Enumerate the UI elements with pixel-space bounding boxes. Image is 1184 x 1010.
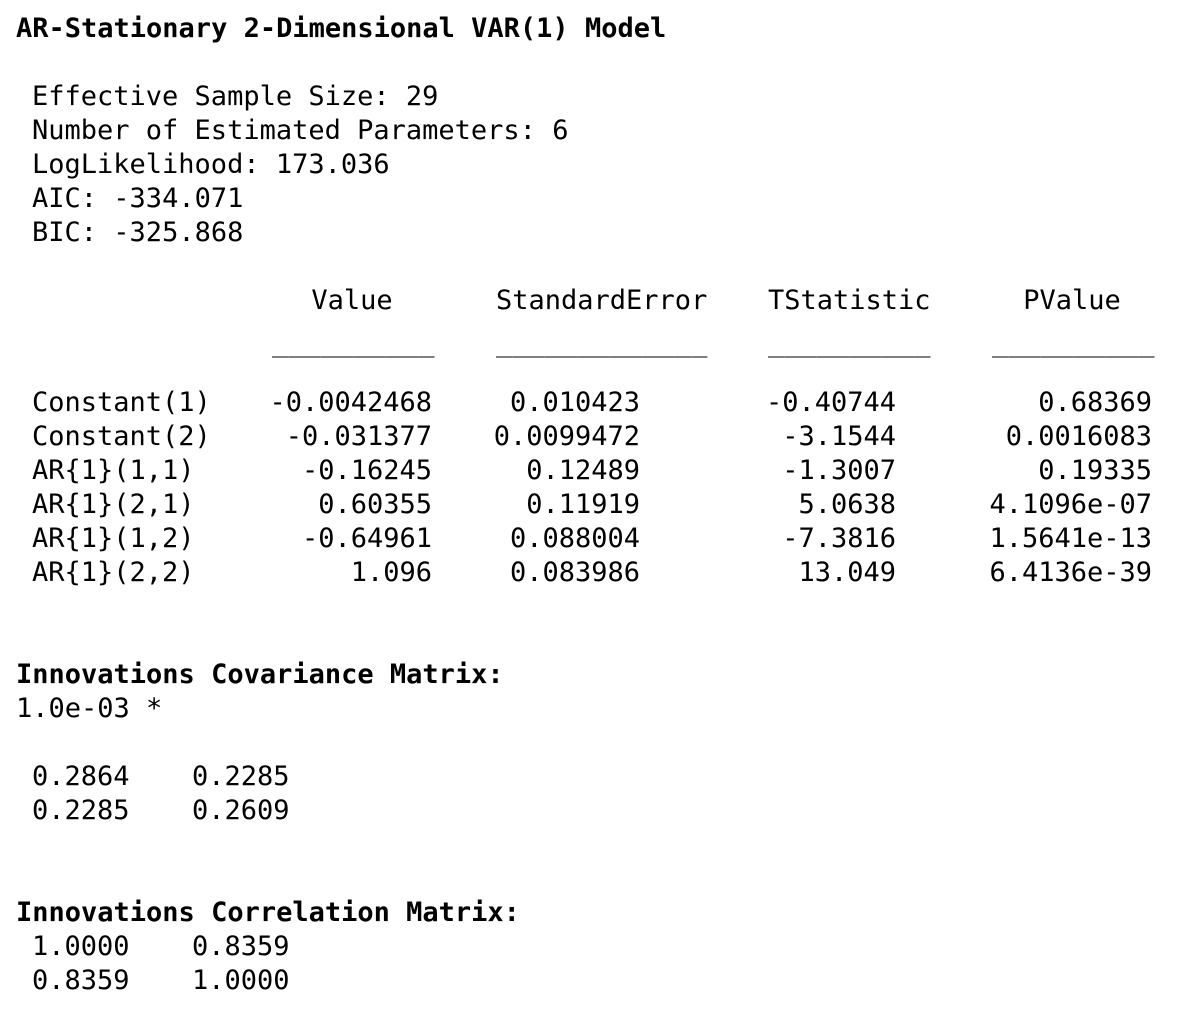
row-tstatistic: 5.0638 (798, 489, 896, 520)
column-header-tstatistic: TStatistic (768, 285, 931, 316)
summary-label: LogLikelihood: (32, 149, 260, 180)
row-standard-error: 0.11919 (526, 489, 640, 520)
covariance-scale: 1.0e-03 * (16, 693, 163, 724)
summary-line-sample-size: Effective Sample Size: 29 (32, 80, 438, 114)
row-name: AR{1}(1,2) (32, 523, 195, 554)
summary-label: Number of Estimated Parameters: (32, 115, 536, 146)
row-value: -0.64961 (301, 523, 432, 554)
summary-label: AIC: (32, 183, 98, 214)
row-pvalue: 1.5641e-13 (989, 523, 1152, 554)
row-value: -0.16245 (301, 455, 432, 486)
summary-line-bic: BIC: -325.868 (32, 216, 243, 250)
summary-value: -325.868 (113, 217, 244, 248)
model-title: AR-Stationary 2-Dimensional VAR(1) Model (16, 13, 667, 44)
row-standard-error: 0.010423 (509, 387, 640, 418)
summary-label: Effective Sample Size: (32, 81, 390, 112)
column-underline: __________ (992, 327, 1155, 358)
covariance-cell: 0.2285 (192, 761, 290, 792)
summary-value: 29 (405, 81, 439, 112)
row-standard-error: 0.083986 (509, 557, 640, 588)
row-standard-error: 0.088004 (509, 523, 640, 554)
correlation-cell: 1.0000 (192, 965, 290, 996)
correlation-heading: Innovations Correlation Matrix: (16, 897, 520, 928)
summary-line-loglikelihood: LogLikelihood: 173.036 (32, 148, 390, 182)
row-name: AR{1}(1,1) (32, 455, 195, 486)
row-name: Constant(1) (32, 387, 211, 418)
row-tstatistic: -0.40744 (765, 387, 896, 418)
correlation-cell: 1.0000 (32, 931, 130, 962)
summary-line-num-params: Number of Estimated Parameters: 6 (32, 114, 568, 148)
row-pvalue: 6.4136e-39 (989, 557, 1152, 588)
covariance-cell: 0.2285 (32, 795, 130, 826)
row-standard-error: 0.12489 (526, 455, 640, 486)
row-tstatistic: -7.3816 (782, 523, 896, 554)
row-value: 0.60355 (318, 489, 432, 520)
row-name: Constant(2) (32, 421, 211, 452)
column-header-pvalue: PValue (1023, 285, 1121, 316)
row-value: -0.031377 (285, 421, 432, 452)
row-pvalue: 4.1096e-07 (989, 489, 1152, 520)
correlation-cell: 0.8359 (32, 965, 130, 996)
covariance-heading: Innovations Covariance Matrix: (16, 659, 504, 690)
row-standard-error: 0.0099472 (493, 421, 640, 452)
summary-line-aic: AIC: -334.071 (32, 182, 243, 216)
column-underline: _____________ (496, 327, 708, 358)
column-underline: __________ (768, 327, 931, 358)
column-header-value: Value (311, 285, 393, 316)
row-pvalue: 0.0016083 (1005, 421, 1152, 452)
summary-value: 173.036 (275, 149, 390, 180)
row-tstatistic: -1.3007 (782, 455, 896, 486)
correlation-cell: 0.8359 (192, 931, 290, 962)
row-name: AR{1}(2,1) (32, 489, 195, 520)
column-header-standard-error: StandardError (496, 285, 708, 316)
row-value: 1.096 (350, 557, 432, 588)
summary-value: -334.071 (113, 183, 244, 214)
row-value: -0.0042468 (269, 387, 432, 418)
covariance-cell: 0.2609 (192, 795, 290, 826)
column-underline: __________ (272, 327, 435, 358)
row-tstatistic: -3.1544 (782, 421, 896, 452)
row-name: AR{1}(2,2) (32, 557, 195, 588)
summary-label: BIC: (32, 217, 98, 248)
summary-value: 6 (552, 115, 569, 146)
row-pvalue: 0.68369 (1038, 387, 1152, 418)
row-pvalue: 0.19335 (1038, 455, 1152, 486)
covariance-cell: 0.2864 (32, 761, 130, 792)
row-tstatistic: 13.049 (798, 557, 896, 588)
